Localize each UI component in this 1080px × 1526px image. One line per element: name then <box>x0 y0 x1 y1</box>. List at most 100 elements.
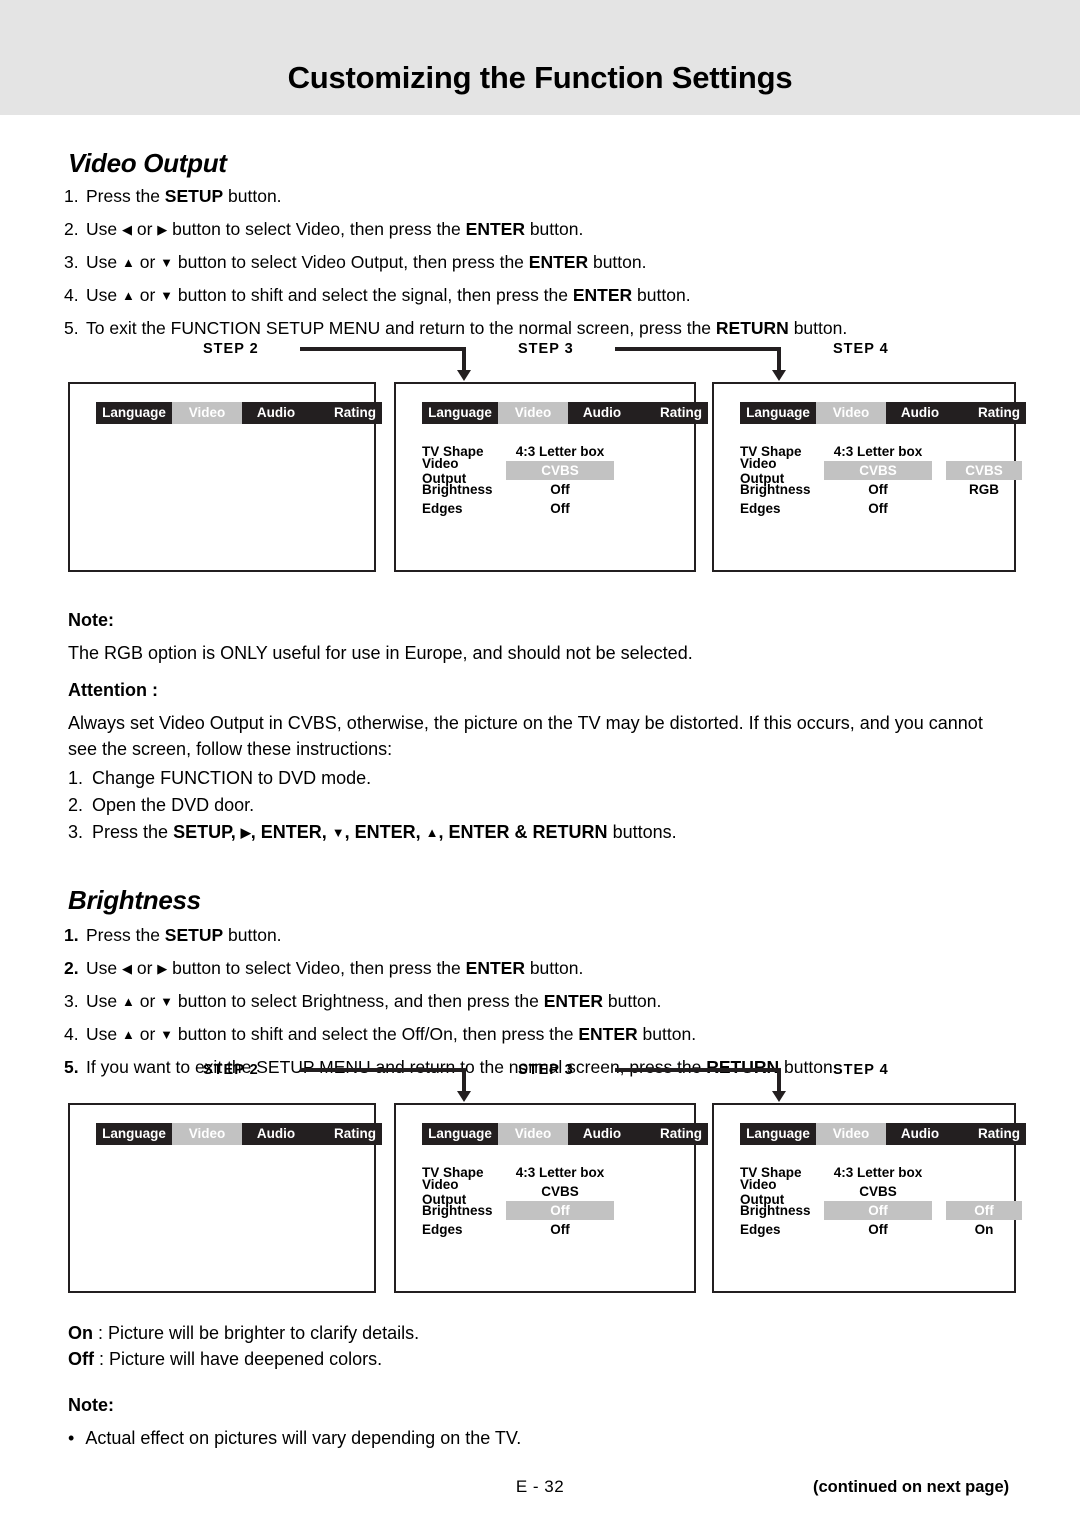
tab-rating[interactable]: Rating <box>636 402 708 424</box>
setting-value[interactable]: 4:3 Letter box <box>506 1163 614 1182</box>
tab-language[interactable]: Language <box>740 402 816 424</box>
direction-arrow-icon: ▲ <box>121 288 135 303</box>
tab-language[interactable]: Language <box>422 402 498 424</box>
setting-row[interactable]: Brightness Off RGB <box>740 480 1022 499</box>
setting-row[interactable]: Edges Off <box>422 1220 704 1239</box>
setting-option-empty <box>628 480 704 499</box>
text-run: Use <box>86 285 122 305</box>
list-item-number: 3. <box>64 252 79 272</box>
setting-row[interactable]: Edges Off <box>422 499 704 518</box>
tab-rating[interactable]: Rating <box>636 1123 708 1145</box>
tab-video[interactable]: Video <box>498 402 568 424</box>
tab-video[interactable]: Video <box>172 402 242 424</box>
setting-value[interactable]: CVBS <box>506 461 614 480</box>
tab-audio[interactable]: Audio <box>568 402 636 424</box>
setting-value[interactable]: Off <box>824 480 932 499</box>
setting-value[interactable]: CVBS <box>506 1182 614 1201</box>
text-run: button. <box>637 1024 697 1044</box>
direction-arrow-icon: ◀ <box>121 222 132 237</box>
text-run: button. <box>588 252 647 272</box>
setting-value[interactable]: Off <box>506 499 614 518</box>
tab-video[interactable]: Video <box>172 1123 242 1145</box>
note-tv-block: Note: • Actual effect on pictures will v… <box>68 1395 1058 1451</box>
setting-option[interactable]: Off <box>946 1201 1022 1220</box>
setting-option[interactable]: RGB <box>946 480 1022 499</box>
list-item: 4. Use ▲ or ▼ button to shift and select … <box>64 1021 838 1047</box>
setting-row[interactable]: Video Output CVBS <box>422 1177 704 1207</box>
tab-rating[interactable]: Rating <box>310 402 382 424</box>
setting-value[interactable]: 4:3 Letter box <box>824 1163 932 1182</box>
tab-language[interactable]: Language <box>96 402 172 424</box>
setting-row[interactable]: Brightness Off <box>422 480 704 499</box>
section-heading-brightness: Brightness <box>68 885 201 915</box>
setting-value[interactable]: Off <box>506 480 614 499</box>
tab-audio[interactable]: Audio <box>568 1123 636 1145</box>
tab-audio[interactable]: Audio <box>886 402 954 424</box>
tab-rating[interactable]: Rating <box>954 1123 1026 1145</box>
menu-tabbar[interactable]: Language Video Audio Rating <box>96 1123 382 1145</box>
tab-language[interactable]: Language <box>422 1123 498 1145</box>
menu-tabbar[interactable]: Language Video Audio Rating <box>740 1123 1026 1145</box>
setting-value[interactable]: Off <box>824 499 932 518</box>
menu-tabbar[interactable]: Language Video Audio Rating <box>740 402 1026 424</box>
setting-value[interactable]: 4:3 Letter box <box>824 442 932 461</box>
list-item: 2. Use ◀ or ▶ button to select Video, the… <box>64 955 838 981</box>
text-run: Use <box>86 219 122 239</box>
onoff-separator: : <box>94 1349 110 1369</box>
menu-panel-step4[interactable]: Language Video Audio Rating TV Shape 4:3 Let… <box>712 1103 1026 1293</box>
tab-video[interactable]: Video <box>498 1123 568 1145</box>
setting-label: Edges <box>740 1222 781 1237</box>
setting-option[interactable]: CVBS <box>946 461 1022 480</box>
text-run: or <box>134 1024 161 1044</box>
tab-language[interactable]: Language <box>740 1123 816 1145</box>
setting-row[interactable]: Brightness Off <box>422 1201 704 1220</box>
text-run: Use <box>86 252 122 272</box>
tab-language[interactable]: Language <box>96 1123 172 1145</box>
text-run: button to select Video, then press the <box>167 219 466 239</box>
note-bullet-item: • Actual effect on pictures will vary de… <box>68 1425 1058 1451</box>
tab-video[interactable]: Video <box>816 402 886 424</box>
tab-audio[interactable]: Audio <box>242 1123 310 1145</box>
setting-option[interactable]: On <box>946 1220 1022 1239</box>
list-item-text: To exit the FUNCTION SETUP MENU and retu… <box>86 315 847 341</box>
setting-row[interactable]: Video Output CVBS CVBS <box>740 456 1022 486</box>
setting-row[interactable]: Video Output CVBS <box>422 456 704 486</box>
direction-arrow-icon: ▲ <box>121 255 135 270</box>
setting-row[interactable]: Video Output CVBS <box>740 1177 1022 1207</box>
setting-value[interactable]: Off <box>824 1220 932 1239</box>
setting-value[interactable]: CVBS <box>824 1182 932 1201</box>
setting-row[interactable]: Brightness Off Off <box>740 1201 1022 1220</box>
tab-video[interactable]: Video <box>816 1123 886 1145</box>
setting-value[interactable]: Off <box>506 1201 614 1220</box>
setting-value[interactable]: Off <box>824 1201 932 1220</box>
menu-tabbar[interactable]: Language Video Audio Rating <box>422 402 708 424</box>
tab-audio[interactable]: Audio <box>886 1123 954 1145</box>
connector-arrow-2-3 <box>300 1068 471 1102</box>
list-item-number: 2. <box>64 219 79 239</box>
direction-arrow-icon: ▶ <box>157 222 168 237</box>
menu-panel-step2[interactable]: Language Video Audio Rating <box>68 1103 382 1293</box>
menu-tabbar[interactable]: Language Video Audio Rating <box>422 1123 708 1145</box>
tab-rating[interactable]: Rating <box>310 1123 382 1145</box>
menu-panel-step2[interactable]: Language Video Audio Rating <box>68 382 382 572</box>
menu-tabbar[interactable]: Language Video Audio Rating <box>96 402 382 424</box>
menu-panel-step3[interactable]: Language Video Audio Rating TV Shape 4:3 Let… <box>394 1103 708 1293</box>
setting-option-empty <box>628 1201 704 1220</box>
list-item-number: 1. <box>64 925 79 945</box>
connector-arrow-2-3 <box>300 347 471 381</box>
text-run: button. <box>788 318 848 338</box>
tab-rating[interactable]: Rating <box>954 402 1026 424</box>
list-item-number: 3. <box>68 822 84 842</box>
setting-row[interactable]: Edges Off <box>740 499 1022 518</box>
setting-row[interactable]: Edges Off On <box>740 1220 1022 1239</box>
tab-audio[interactable]: Audio <box>242 402 310 424</box>
list-item-number: 4. <box>64 1024 79 1044</box>
setting-value[interactable]: 4:3 Letter box <box>506 442 614 461</box>
list-item: 3. Use ▲ or ▼ button to select Video Outp… <box>64 249 847 275</box>
menu-panel-step3[interactable]: Language Video Audio Rating TV Shape 4:3 Let… <box>394 382 708 572</box>
menu-panel-step4[interactable]: Language Video Audio Rating TV Shape 4:3 Let… <box>712 382 1026 572</box>
setting-value[interactable]: Off <box>506 1220 614 1239</box>
note-rgb-block: Note: The RGB option is ONLY useful for … <box>68 610 1058 666</box>
setting-value[interactable]: CVBS <box>824 461 932 480</box>
section-heading-video-output: Video Output <box>68 148 227 178</box>
